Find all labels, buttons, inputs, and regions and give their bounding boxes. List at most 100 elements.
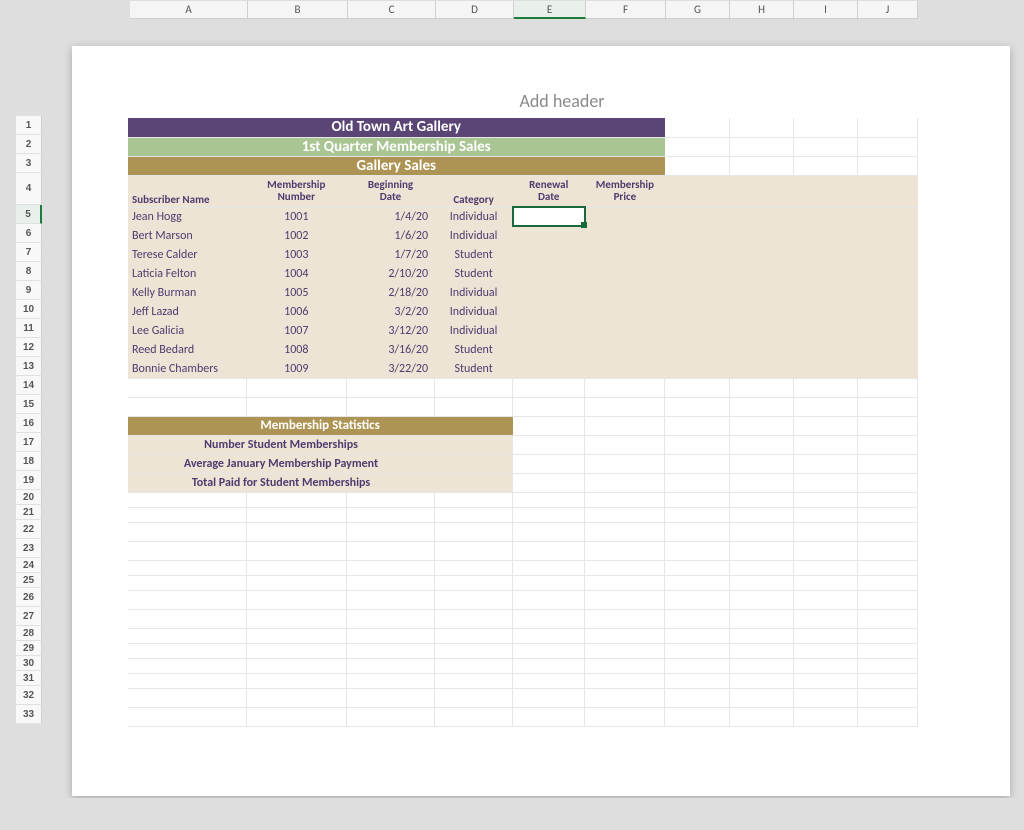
- col-header-B[interactable]: B: [248, 1, 348, 19]
- cell[interactable]: [793, 416, 857, 435]
- title-main[interactable]: Old Town Art Gallery: [128, 118, 665, 137]
- cell[interactable]: [793, 283, 857, 302]
- cell[interactable]: [665, 541, 729, 560]
- row-header-3[interactable]: 3: [16, 154, 42, 173]
- cell[interactable]: [435, 673, 513, 688]
- cell[interactable]: [857, 522, 917, 541]
- cell[interactable]: [729, 378, 793, 397]
- cell[interactable]: [793, 340, 857, 359]
- cell[interactable]: [246, 643, 346, 658]
- cell[interactable]: [793, 137, 857, 156]
- cell[interactable]: [665, 340, 729, 359]
- cell[interactable]: [665, 156, 729, 175]
- cell[interactable]: [513, 522, 585, 541]
- cell[interactable]: [585, 628, 665, 643]
- cell-category[interactable]: Individual: [435, 207, 513, 226]
- cell[interactable]: [729, 541, 793, 560]
- cell[interactable]: [435, 688, 513, 707]
- cell[interactable]: [128, 560, 246, 575]
- cell[interactable]: [513, 416, 585, 435]
- cell-date[interactable]: 1/7/20: [346, 245, 434, 264]
- cell[interactable]: [793, 207, 857, 226]
- cell[interactable]: [585, 378, 665, 397]
- cell[interactable]: [513, 658, 585, 673]
- th-subscriber[interactable]: Subscriber Name: [128, 175, 246, 207]
- cell[interactable]: [729, 435, 793, 454]
- cell[interactable]: [729, 688, 793, 707]
- row-header-15[interactable]: 15: [16, 395, 42, 414]
- cell[interactable]: [793, 707, 857, 726]
- row-header-32[interactable]: 32: [16, 686, 42, 705]
- cell[interactable]: [513, 688, 585, 707]
- cell[interactable]: [857, 226, 917, 245]
- cell[interactable]: [128, 541, 246, 560]
- cell[interactable]: [585, 590, 665, 609]
- cell[interactable]: [513, 507, 585, 522]
- cell[interactable]: [665, 226, 729, 245]
- stats-title[interactable]: Membership Statistics: [128, 416, 513, 435]
- cell[interactable]: [246, 492, 346, 507]
- cell[interactable]: [857, 207, 917, 226]
- cell[interactable]: [246, 609, 346, 628]
- spreadsheet-grid[interactable]: Old Town Art Gallery 1st Quarter Members…: [128, 118, 918, 727]
- cell[interactable]: [346, 673, 434, 688]
- cell[interactable]: [665, 454, 729, 473]
- row-header-1[interactable]: 1: [16, 116, 42, 135]
- cell[interactable]: [665, 590, 729, 609]
- cell[interactable]: [585, 340, 665, 359]
- cell[interactable]: [857, 575, 917, 590]
- cell[interactable]: [793, 264, 857, 283]
- cell[interactable]: [665, 658, 729, 673]
- cell-category[interactable]: Individual: [435, 226, 513, 245]
- cell[interactable]: [729, 397, 793, 416]
- cell[interactable]: [435, 575, 513, 590]
- cell[interactable]: [513, 473, 585, 492]
- cell-number[interactable]: 1007: [246, 321, 346, 340]
- cell[interactable]: [435, 378, 513, 397]
- cell[interactable]: [665, 359, 729, 378]
- cell[interactable]: [665, 707, 729, 726]
- cell[interactable]: [513, 264, 585, 283]
- cell-category[interactable]: Individual: [435, 321, 513, 340]
- cell[interactable]: [857, 156, 917, 175]
- cell[interactable]: [729, 507, 793, 522]
- cell-date[interactable]: 3/22/20: [346, 359, 434, 378]
- cell[interactable]: [665, 118, 729, 137]
- cell[interactable]: [585, 673, 665, 688]
- cell[interactable]: [857, 302, 917, 321]
- cell[interactable]: [346, 628, 434, 643]
- cell[interactable]: [346, 575, 434, 590]
- cell[interactable]: [665, 673, 729, 688]
- cell[interactable]: [513, 590, 585, 609]
- cell-name[interactable]: Jean Hogg: [128, 207, 246, 226]
- cell-category[interactable]: Individual: [435, 283, 513, 302]
- col-header-A[interactable]: A: [130, 1, 248, 19]
- cell-date[interactable]: 3/2/20: [346, 302, 434, 321]
- cell[interactable]: [729, 643, 793, 658]
- cell[interactable]: [246, 590, 346, 609]
- cell[interactable]: [793, 245, 857, 264]
- cell-category[interactable]: Student: [435, 245, 513, 264]
- cell[interactable]: [793, 473, 857, 492]
- cell-date[interactable]: 3/12/20: [346, 321, 434, 340]
- cell[interactable]: [665, 688, 729, 707]
- cell[interactable]: [513, 378, 585, 397]
- cell[interactable]: [665, 628, 729, 643]
- cell[interactable]: [729, 207, 793, 226]
- cell[interactable]: [793, 541, 857, 560]
- cell[interactable]: [513, 397, 585, 416]
- row-header-28[interactable]: 28: [16, 626, 42, 641]
- cell[interactable]: [513, 226, 585, 245]
- cell[interactable]: [729, 560, 793, 575]
- row-header-22[interactable]: 22: [16, 520, 42, 539]
- row-header-21[interactable]: 21: [16, 505, 42, 520]
- cell[interactable]: [585, 226, 665, 245]
- cell[interactable]: [435, 492, 513, 507]
- row-header-7[interactable]: 7: [16, 243, 42, 262]
- cell-number[interactable]: 1005: [246, 283, 346, 302]
- row-header-11[interactable]: 11: [16, 319, 42, 338]
- cell[interactable]: [585, 207, 665, 226]
- cell[interactable]: [793, 507, 857, 522]
- cell[interactable]: [729, 658, 793, 673]
- cell[interactable]: [857, 340, 917, 359]
